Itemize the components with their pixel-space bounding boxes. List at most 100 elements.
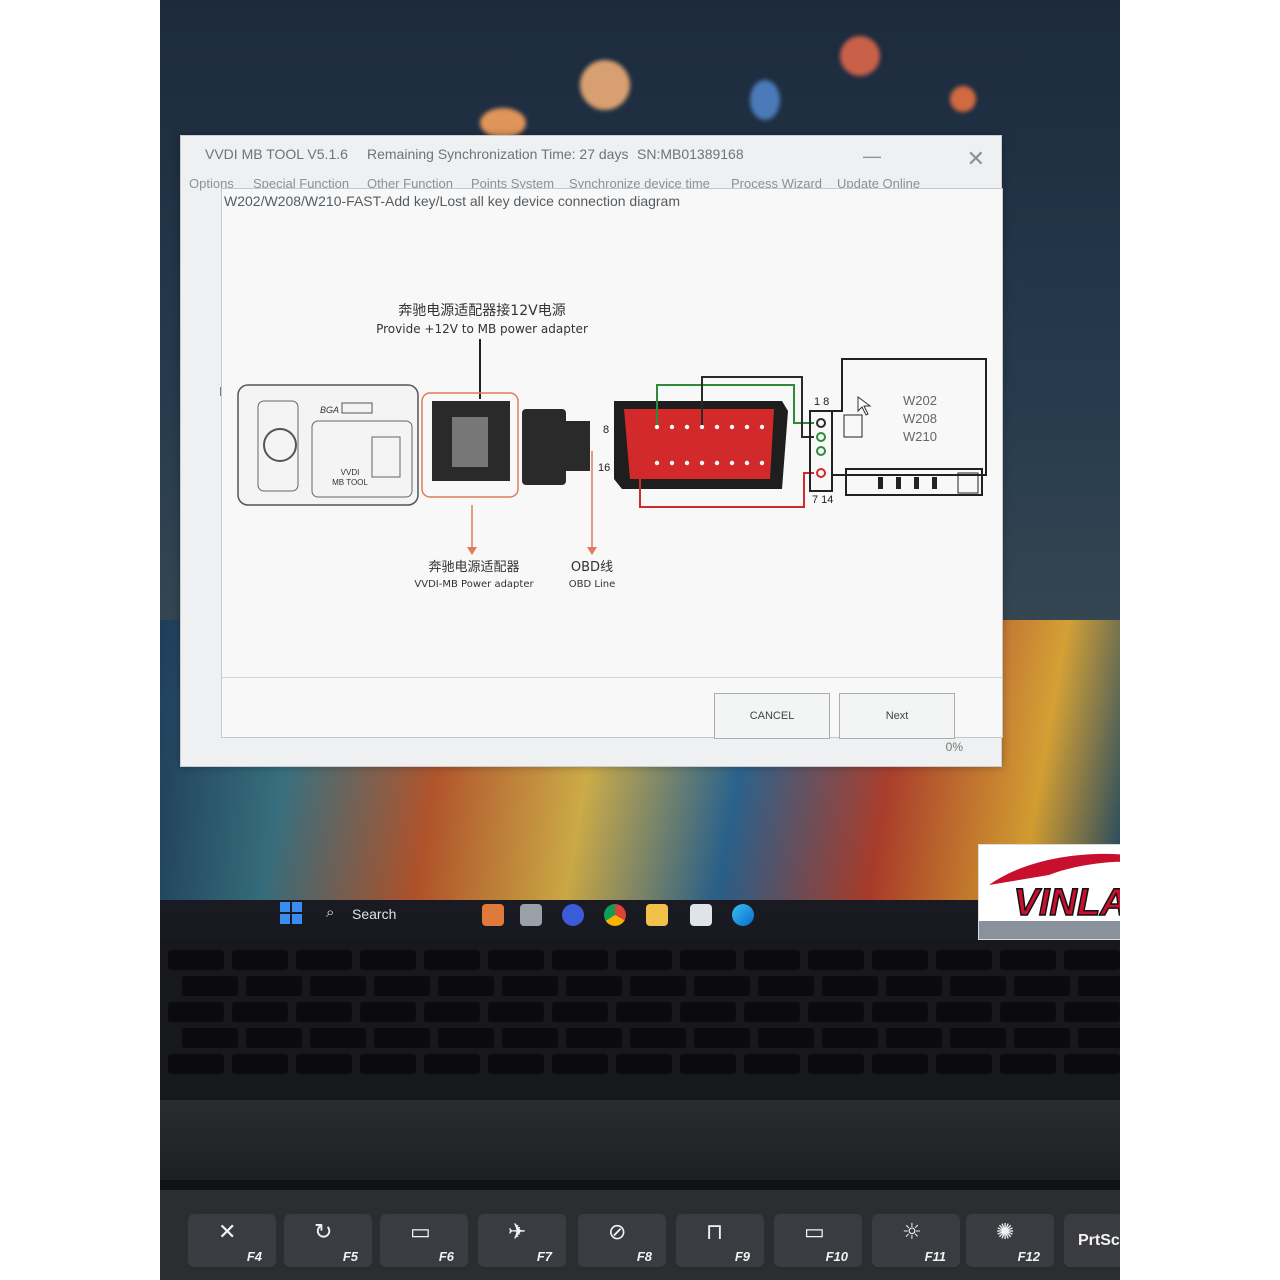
keyboard-key[interactable] xyxy=(822,976,878,996)
keyboard-key[interactable] xyxy=(1064,950,1120,970)
keyboard-key[interactable] xyxy=(182,1028,238,1048)
keyboard-key[interactable] xyxy=(502,976,558,996)
cancel-button[interactable]: CANCEL xyxy=(714,693,830,739)
close-icon[interactable]: ✕ xyxy=(967,146,985,172)
keyboard-key[interactable] xyxy=(1064,1002,1120,1022)
keyboard-key[interactable] xyxy=(232,1002,288,1022)
keyboard-key[interactable] xyxy=(488,1002,544,1022)
key-f4[interactable]: ✕ F4 xyxy=(188,1214,276,1270)
keyboard-key[interactable] xyxy=(552,1054,608,1074)
taskbar-search[interactable]: ⌕ Search xyxy=(320,900,420,928)
keyboard-key[interactable] xyxy=(232,1054,288,1074)
keyboard-key[interactable] xyxy=(616,950,672,970)
store-icon[interactable] xyxy=(690,904,712,926)
meet-icon[interactable] xyxy=(562,904,584,926)
keyboard-key[interactable] xyxy=(374,1028,430,1048)
keyboard-key[interactable] xyxy=(310,976,366,996)
key-prtsc[interactable]: PrtSc xyxy=(1064,1214,1120,1270)
keyboard-key[interactable] xyxy=(936,950,992,970)
keyboard-key[interactable] xyxy=(182,976,238,996)
keyboard-key[interactable] xyxy=(630,1028,686,1048)
file-explorer-icon[interactable] xyxy=(646,904,668,926)
keyboard-key[interactable] xyxy=(744,1054,800,1074)
keyboard-key[interactable] xyxy=(246,976,302,996)
key-f8[interactable]: ⊘ F8 xyxy=(578,1214,666,1270)
keyboard-key[interactable] xyxy=(438,1028,494,1048)
keyboard-key[interactable] xyxy=(680,950,736,970)
keyboard-key[interactable] xyxy=(488,950,544,970)
keyboard-key[interactable] xyxy=(872,1002,928,1022)
keyboard-key[interactable] xyxy=(616,1054,672,1074)
next-button[interactable]: Next xyxy=(839,693,955,739)
keyboard-key[interactable] xyxy=(758,1028,814,1048)
keyboard-key[interactable] xyxy=(552,1002,608,1022)
pin-1-label: 1 xyxy=(780,424,786,436)
keyboard-key[interactable] xyxy=(1078,1028,1120,1048)
keyboard-key[interactable] xyxy=(936,1054,992,1074)
keyboard-key[interactable] xyxy=(744,950,800,970)
keyboard-key[interactable] xyxy=(296,1054,352,1074)
keyboard-key[interactable] xyxy=(296,950,352,970)
keyboard-key[interactable] xyxy=(566,1028,622,1048)
keyboard-key[interactable] xyxy=(950,1028,1006,1048)
keyboard-key[interactable] xyxy=(424,1054,480,1074)
key-f9[interactable]: ⊓ F9 xyxy=(676,1214,764,1270)
keyboard-key[interactable] xyxy=(950,976,1006,996)
bokeh-light xyxy=(480,108,526,138)
key-f5[interactable]: ↻ F5 xyxy=(284,1214,372,1270)
keyboard-key[interactable] xyxy=(886,976,942,996)
keyboard-key[interactable] xyxy=(488,1054,544,1074)
keyboard-key[interactable] xyxy=(168,950,224,970)
keyboard-key[interactable] xyxy=(246,1028,302,1048)
keyboard-key[interactable] xyxy=(296,1002,352,1022)
edge-icon[interactable] xyxy=(732,904,754,926)
windows-start-icon[interactable] xyxy=(280,902,302,924)
keyboard-key[interactable] xyxy=(232,950,288,970)
keyboard-key[interactable] xyxy=(1014,1028,1070,1048)
keyboard-key[interactable] xyxy=(808,950,864,970)
chrome-icon[interactable] xyxy=(604,904,626,926)
keyboard-key[interactable] xyxy=(808,1002,864,1022)
keyboard-key[interactable] xyxy=(1078,976,1120,996)
keyboard-key[interactable] xyxy=(1000,1054,1056,1074)
keyboard-key[interactable] xyxy=(886,1028,942,1048)
keyboard-key[interactable] xyxy=(168,1002,224,1022)
keyboard-key[interactable] xyxy=(694,976,750,996)
keyboard-key[interactable] xyxy=(872,1054,928,1074)
keyboard-key[interactable] xyxy=(680,1002,736,1022)
keyboard-key[interactable] xyxy=(168,1054,224,1074)
keyboard-key[interactable] xyxy=(424,1002,480,1022)
keyboard-key[interactable] xyxy=(872,950,928,970)
keyboard-key[interactable] xyxy=(360,1002,416,1022)
keyboard-key[interactable] xyxy=(360,950,416,970)
keyboard-key[interactable] xyxy=(744,1002,800,1022)
keyboard-key[interactable] xyxy=(1000,950,1056,970)
keyboard-key[interactable] xyxy=(502,1028,558,1048)
key-f7[interactable]: ✈ F7 xyxy=(478,1214,566,1270)
key-f10[interactable]: ▭ F10 xyxy=(774,1214,862,1270)
keyboard-key[interactable] xyxy=(1064,1054,1120,1074)
key-f12[interactable]: ✺ F12 xyxy=(966,1214,1054,1270)
keyboard-key[interactable] xyxy=(630,976,686,996)
keyboard-key[interactable] xyxy=(552,950,608,970)
key-f11[interactable]: ☼ F11 xyxy=(872,1214,960,1270)
keyboard-key[interactable] xyxy=(566,976,622,996)
keyboard-key[interactable] xyxy=(310,1028,366,1048)
keyboard-key[interactable] xyxy=(808,1054,864,1074)
key-f6[interactable]: ▭ F6 xyxy=(380,1214,468,1270)
keyboard-key[interactable] xyxy=(424,950,480,970)
minimize-icon[interactable]: — xyxy=(863,146,881,167)
keyboard-key[interactable] xyxy=(360,1054,416,1074)
keyboard-key[interactable] xyxy=(1000,1002,1056,1022)
keyboard-key[interactable] xyxy=(680,1054,736,1074)
keyboard-key[interactable] xyxy=(694,1028,750,1048)
widgets-icon[interactable] xyxy=(482,904,504,926)
keyboard-key[interactable] xyxy=(936,1002,992,1022)
keyboard-key[interactable] xyxy=(1014,976,1070,996)
keyboard-key[interactable] xyxy=(758,976,814,996)
task-view-icon[interactable] xyxy=(520,904,542,926)
keyboard-key[interactable] xyxy=(438,976,494,996)
keyboard-key[interactable] xyxy=(616,1002,672,1022)
keyboard-key[interactable] xyxy=(822,1028,878,1048)
keyboard-key[interactable] xyxy=(374,976,430,996)
